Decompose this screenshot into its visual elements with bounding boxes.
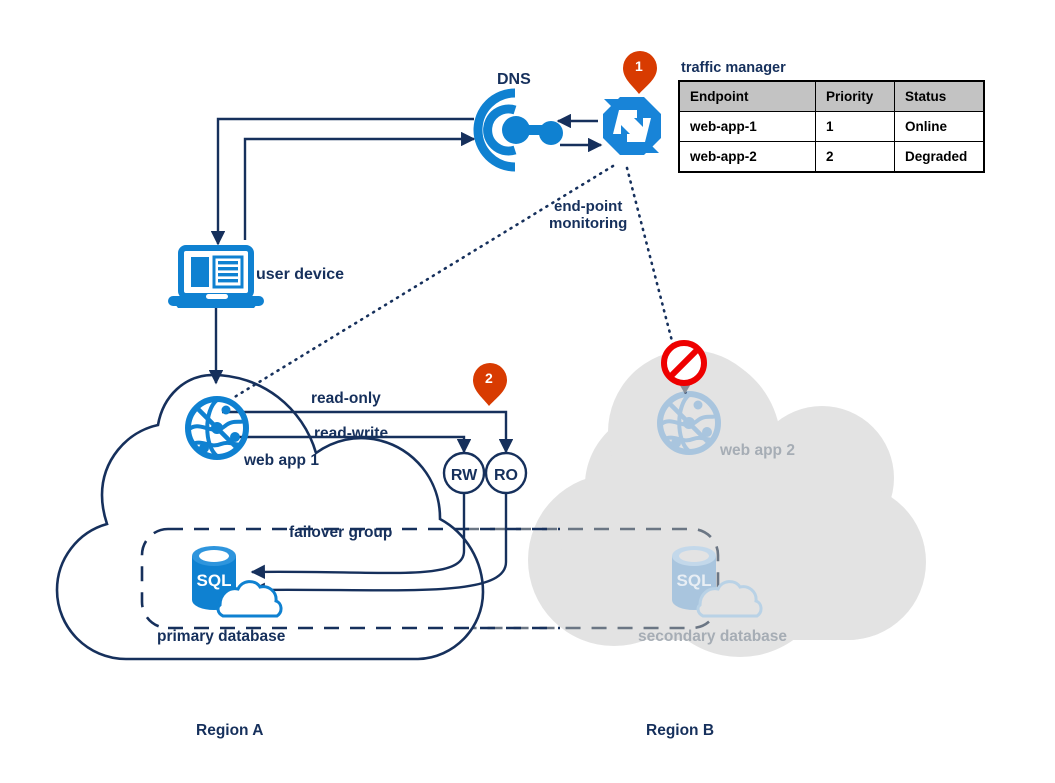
cell-priority: 1 xyxy=(815,111,895,142)
cell-endpoint: web-app-1 xyxy=(678,111,816,142)
rw-label: RW xyxy=(451,467,478,484)
endpoint-monitoring-line2: monitoring xyxy=(549,215,628,233)
ro-label: RO xyxy=(494,467,518,484)
web-app-2-label: web app 2 xyxy=(720,442,795,459)
endpoint-monitoring-line1: end-point xyxy=(554,198,623,215)
connector-dns-to-user-device xyxy=(210,117,474,246)
endpoint-monitoring-label: end-point monitoring xyxy=(549,198,627,233)
traffic-manager-panel: traffic manager Endpoint Priority Status… xyxy=(678,60,985,173)
region-b-label: Region B xyxy=(646,722,715,739)
dns-icon xyxy=(473,88,563,172)
diagram-canvas: SQL SQL RW RO DNS user device end-point … xyxy=(0,0,1055,783)
status-badge: Online xyxy=(894,111,985,142)
svg-text:SQL: SQL xyxy=(197,571,232,590)
table-header-row: Endpoint Priority Status xyxy=(678,80,985,112)
user-device-icon xyxy=(168,245,264,308)
column-header-endpoint: Endpoint xyxy=(678,80,816,112)
cell-endpoint: web-app-2 xyxy=(678,141,816,173)
user-device-label: user device xyxy=(256,266,345,283)
cell-priority: 2 xyxy=(815,141,895,173)
column-header-status: Status xyxy=(894,80,985,112)
pin-marker-2-label: 2 xyxy=(485,370,493,386)
traffic-manager-icon xyxy=(603,97,661,155)
dns-label: DNS xyxy=(497,71,531,88)
table-row: web-app-1 1 Online xyxy=(678,111,985,142)
table-row: web-app-2 2 Degraded xyxy=(678,141,985,173)
svg-text:SQL: SQL xyxy=(677,571,712,590)
traffic-manager-table: Endpoint Priority Status web-app-1 1 Onl… xyxy=(678,80,985,173)
read-only-label: read-only xyxy=(311,390,381,407)
secondary-database-label: secondary database xyxy=(638,628,788,645)
column-header-priority: Priority xyxy=(815,80,895,112)
read-write-label: read-write xyxy=(314,425,389,442)
connector-user-device-to-dns xyxy=(243,131,476,240)
failover-group-label: failover group xyxy=(289,524,393,541)
web-app-1-label: web app 1 xyxy=(244,452,319,469)
region-a-label: Region A xyxy=(196,722,264,739)
pin-marker-1-label: 1 xyxy=(635,58,643,74)
traffic-manager-title: traffic manager xyxy=(681,60,786,76)
no-entry-icon xyxy=(661,340,707,386)
status-badge: Degraded xyxy=(894,141,985,173)
primary-database-label: primary database xyxy=(157,628,286,645)
